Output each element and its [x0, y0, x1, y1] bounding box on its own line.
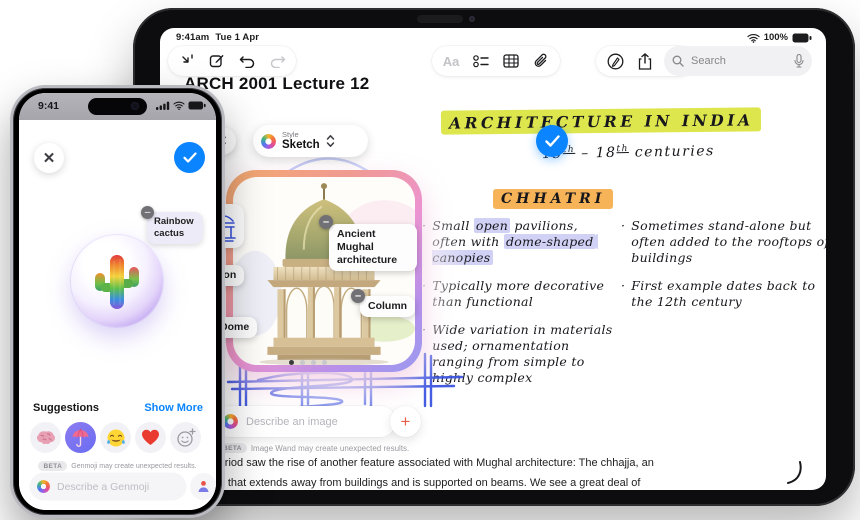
genmoji-input-field[interactable]	[30, 473, 186, 500]
heart-emoji-icon[interactable]	[135, 422, 166, 453]
ipad-device: 9:41am Tue 1 Apr 100% Aa Search ARCH 200…	[133, 8, 855, 506]
compose-icon[interactable]	[204, 48, 230, 74]
beta-text: Image Wand may create unexpected results…	[250, 443, 410, 453]
marketing-canvas: 9:41am Tue 1 Apr 100% Aa Search ARCH 200…	[0, 0, 860, 520]
beta-text: Genmoji may create unexpected results.	[71, 462, 197, 470]
bullet-item: · Sometimes stand-alone but often added t…	[621, 218, 826, 265]
front-camera-icon	[131, 102, 139, 110]
tag-ancient-mughal[interactable]: – Ancient Mughal architecture	[319, 215, 417, 271]
iphone-clock: 9:41	[38, 100, 60, 112]
new-emoji-icon[interactable]	[170, 422, 201, 453]
ipad-date: Tue 1 Apr	[215, 32, 260, 43]
ipad-clock: 9:41am	[176, 32, 210, 43]
undo-icon[interactable]	[234, 48, 260, 74]
suggestions-title: Suggestions	[33, 402, 100, 414]
describe-image-input[interactable]	[244, 414, 387, 429]
checklist-icon[interactable]	[468, 48, 494, 74]
rainbow-cactus-genmoji	[95, 255, 139, 309]
person-genmoji-button[interactable]	[190, 473, 216, 500]
describe-genmoji-input[interactable]	[55, 479, 179, 494]
redo-icon[interactable]	[264, 48, 290, 74]
wifi-icon	[747, 33, 760, 43]
typed-note-paragraph: s period saw the rise of another feature…	[204, 457, 654, 489]
style-selector[interactable]: Style Sketch	[253, 125, 368, 157]
ipad-camera-bar	[417, 15, 463, 23]
generated-image	[233, 177, 415, 365]
minus-icon[interactable]: –	[351, 289, 365, 303]
close-icon[interactable]: ✕	[34, 143, 64, 173]
bullet-item: · First example dates back to the 12th ce…	[621, 278, 816, 309]
beta-badge: BETA	[38, 461, 68, 471]
add-prompt-button[interactable]: +	[390, 406, 421, 437]
confirm-check-icon[interactable]	[536, 125, 568, 157]
image-wand-beta-note: BETA Image Wand may create unexpected re…	[218, 443, 409, 453]
chhatri-illustration	[233, 183, 415, 365]
minus-icon[interactable]: –	[141, 206, 154, 219]
carousel-dot[interactable]	[289, 360, 294, 365]
battery-percent: 100%	[763, 32, 788, 43]
search-icon	[672, 55, 684, 67]
iphone-genmoji-sheet: 9:41 ✕ Rainbow cactus – Suggestions Show…	[19, 93, 216, 510]
toolbar-left-group	[168, 46, 296, 76]
image-carousel-dots	[289, 360, 327, 365]
attachment-icon[interactable]	[528, 48, 554, 74]
carousel-dot[interactable]	[300, 360, 305, 365]
ipad-statusbar-right: 100%	[747, 32, 812, 43]
show-more-link[interactable]: Show More	[144, 402, 203, 414]
mic-icon[interactable]	[794, 54, 804, 68]
style-value: Sketch	[282, 139, 320, 151]
carousel-dot[interactable]	[311, 360, 316, 365]
ipad-notes-app: 9:41am Tue 1 Apr 100% Aa Search ARCH 200…	[160, 28, 826, 490]
ipad-camera-icon	[469, 16, 475, 22]
intelligence-swirl-icon	[37, 480, 50, 493]
style-chevron-icon	[326, 135, 334, 147]
genmoji-prompt-tag[interactable]: Rainbow cactus	[147, 212, 203, 244]
umbrella-genmoji-icon[interactable]	[65, 422, 96, 453]
markup-icon[interactable]	[602, 48, 628, 74]
battery-icon	[188, 101, 206, 110]
share-icon[interactable]	[632, 48, 658, 74]
table-icon[interactable]	[498, 48, 524, 74]
iphone-device: 9:41 ✕ Rainbow cactus – Suggestions Show…	[10, 85, 225, 518]
notes-right-column: · Sometimes stand-alone but often added t…	[621, 218, 826, 322]
generated-image-card[interactable]	[226, 170, 422, 372]
text-format-icon[interactable]: Aa	[438, 48, 464, 74]
ipad-statusbar-left: 9:41am Tue 1 Apr	[176, 32, 265, 43]
style-label: Style	[282, 129, 299, 139]
wifi-icon	[173, 101, 185, 110]
toolbar-format-group: Aa	[432, 46, 560, 76]
battery-icon	[792, 33, 812, 42]
minus-icon[interactable]: –	[319, 215, 333, 229]
person-icon	[198, 481, 209, 492]
note-title: ARCH 2001 Lecture 12	[184, 74, 370, 93]
handwritten-section-title: CHHATRI	[493, 189, 614, 209]
iphone-statusbar-right	[156, 101, 206, 110]
laughing-emoji-icon[interactable]	[100, 422, 131, 453]
carousel-dot[interactable]	[322, 360, 327, 365]
image-wand-input-field[interactable]	[214, 406, 396, 437]
signal-icon	[156, 101, 170, 110]
handwritten-subheading: 15th – 18th centuries	[542, 143, 715, 162]
confirm-check-icon[interactable]	[174, 142, 205, 173]
brain-emoji-icon[interactable]	[30, 422, 61, 453]
collapse-icon[interactable]	[174, 48, 200, 74]
genmoji-beta-note: BETA Genmoji may create unexpected resul…	[19, 461, 216, 471]
intelligence-swirl-icon	[261, 133, 276, 149]
search-field[interactable]	[664, 46, 812, 76]
handwriting-stroke	[787, 461, 802, 484]
emoji-suggestions-row	[30, 422, 201, 453]
tag-column[interactable]: – Column	[351, 289, 416, 317]
intelligence-swirl-icon	[223, 414, 238, 429]
search-input[interactable]	[689, 54, 789, 68]
